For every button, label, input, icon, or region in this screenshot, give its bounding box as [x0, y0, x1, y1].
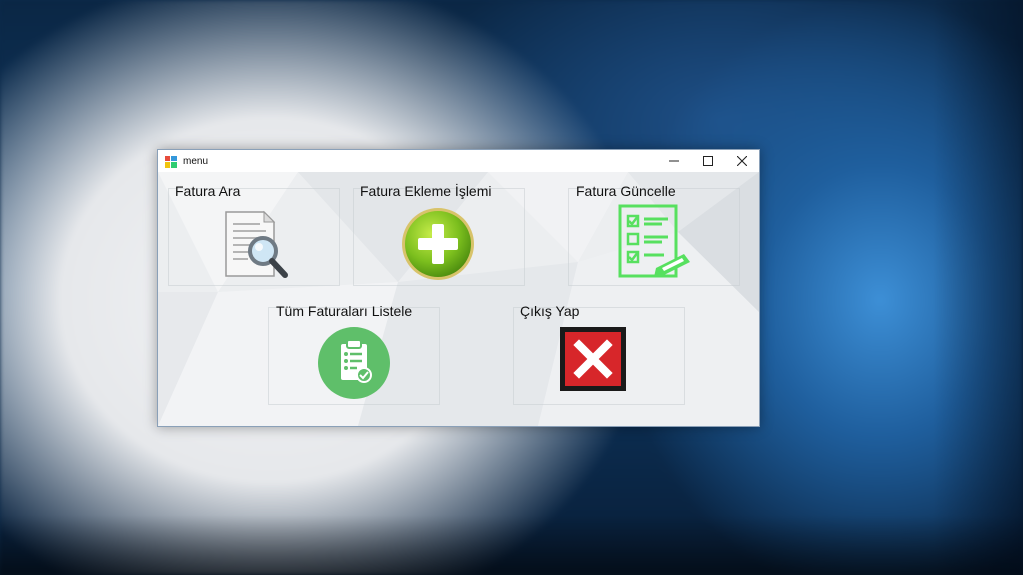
exit-button[interactable] — [560, 327, 626, 391]
window-title: menu — [183, 155, 209, 167]
app-icon — [165, 155, 177, 168]
add-invoice-button[interactable] — [400, 206, 476, 282]
list-invoices-button[interactable] — [317, 326, 391, 400]
title-bar[interactable]: menu — [158, 150, 759, 172]
maximize-button[interactable] — [691, 150, 725, 172]
menu-panel: Fatura Ara Fatura Ekleme İşlemi Fatura G… — [158, 172, 759, 426]
close-button[interactable] — [725, 150, 759, 172]
search-invoice-button[interactable] — [222, 208, 292, 280]
minimize-button[interactable] — [657, 150, 691, 172]
magnifier-document-icon — [225, 210, 288, 278]
add-invoice-label[interactable]: Fatura Ekleme İşlemi — [360, 183, 491, 199]
maximize-icon — [703, 156, 713, 166]
minimize-icon — [669, 160, 679, 162]
exit-label[interactable]: Çıkış Yap — [520, 303, 579, 319]
menu-window: menu Fatura Ara Fatura Ekleme İşlemi Fat… — [157, 149, 760, 427]
list-invoices-label[interactable]: Tüm Faturaları Listele — [276, 303, 412, 319]
close-icon — [737, 156, 747, 166]
checklist-pencil-icon — [618, 204, 690, 278]
clipboard-check-icon — [318, 327, 390, 399]
desktop-shade-right — [933, 0, 1023, 575]
green-plus-circle-icon — [402, 208, 474, 280]
search-invoice-label[interactable]: Fatura Ara — [175, 183, 240, 199]
update-invoice-label[interactable]: Fatura Güncelle — [576, 183, 676, 199]
update-invoice-button[interactable] — [616, 202, 694, 282]
red-x-icon — [560, 327, 626, 391]
desktop-shade-bottom — [0, 515, 1023, 575]
